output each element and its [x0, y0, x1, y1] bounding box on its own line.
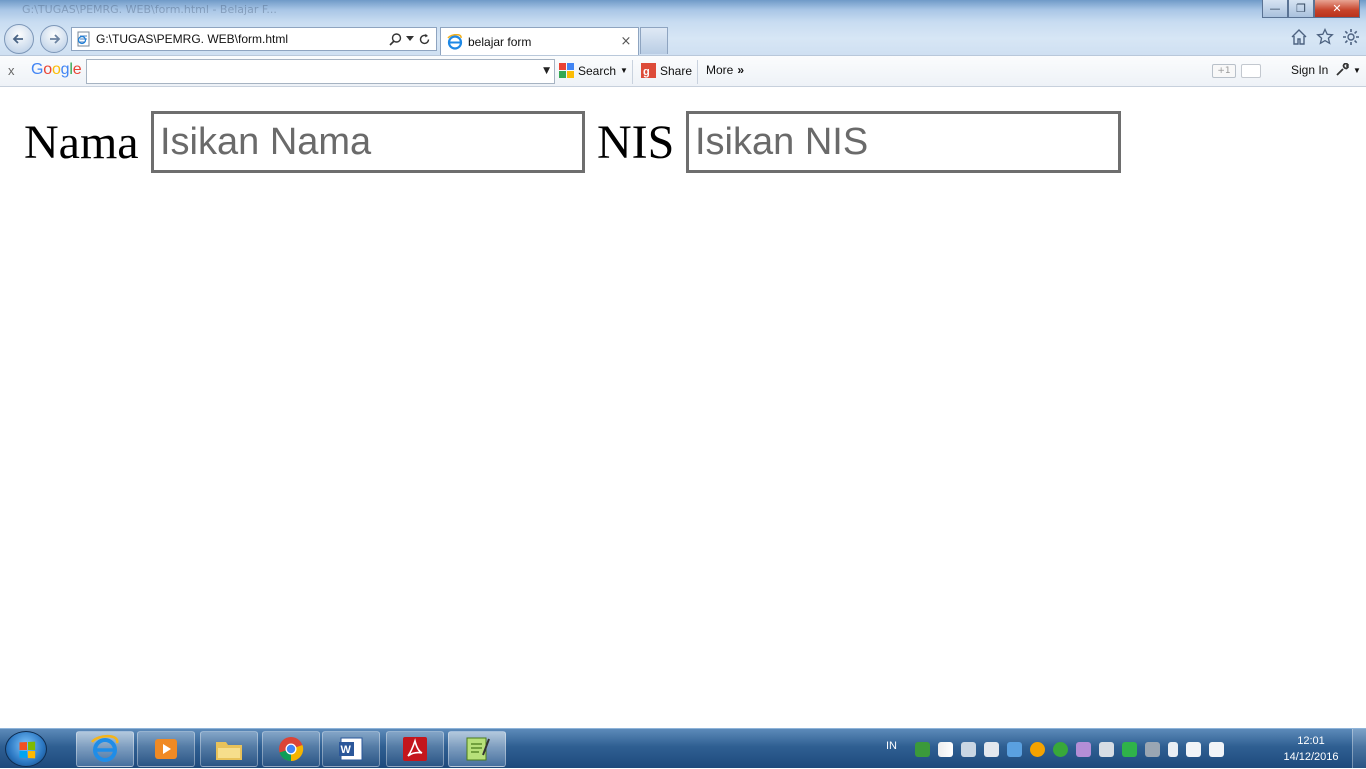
close-button[interactable]: ✕ — [1314, 0, 1360, 18]
svg-text:W: W — [341, 744, 352, 756]
sign-in-label: Sign In — [1291, 63, 1329, 77]
toolbar-close-icon[interactable]: x — [8, 63, 15, 78]
word-icon: W — [339, 737, 363, 761]
taskbar-acrobat-button[interactable] — [386, 731, 444, 767]
page-content: Nama NIS — [0, 88, 1366, 728]
share-button[interactable]: g Share — [641, 63, 692, 78]
toolbar-divider — [632, 60, 633, 84]
new-tab-button[interactable] — [640, 27, 668, 54]
browser-right-tools — [1290, 28, 1360, 46]
taskbar-chrome-button[interactable] — [262, 731, 320, 767]
sync-icon[interactable] — [1053, 741, 1068, 757]
google-toolbar: x Google ▼ Search ▼ g Share More » +1 Si… — [0, 55, 1366, 87]
search-dropdown-icon[interactable]: ▼ — [620, 66, 628, 75]
chrome-icon — [279, 737, 304, 762]
network-icon[interactable] — [961, 741, 976, 757]
system-tray: IN — [886, 729, 1224, 769]
google-search-label: Search — [578, 63, 617, 78]
volume-icon[interactable] — [984, 741, 999, 757]
tab-belajar-form[interactable]: belajar form × — [440, 27, 639, 55]
dropdown-arrow-icon[interactable] — [406, 36, 414, 42]
green-triangle-icon[interactable] — [1122, 741, 1137, 757]
back-arrow-icon — [12, 34, 23, 44]
taskbar-ie-button[interactable] — [76, 731, 134, 767]
wrench-menu-button[interactable]: ▼ — [1335, 63, 1361, 77]
gear-icon[interactable] — [1342, 28, 1360, 46]
display-icon[interactable] — [1007, 741, 1022, 757]
security-shield-icon[interactable] — [915, 741, 930, 757]
pdf-reader-icon — [403, 737, 427, 761]
toggle-switch[interactable] — [1241, 64, 1261, 78]
back-button[interactable] — [4, 24, 34, 54]
taskbar-word-button[interactable]: W — [322, 731, 380, 767]
notepad-icon — [466, 737, 490, 761]
minimize-button[interactable]: — — [1262, 0, 1288, 18]
language-indicator[interactable]: IN — [886, 740, 897, 752]
power-icon[interactable] — [1209, 741, 1224, 757]
signal-bars-icon[interactable] — [938, 741, 953, 757]
browser-titlebar: G:\TUGAS\PEMRG. WEB\form.html - Belajar … — [0, 0, 1366, 55]
more-button[interactable]: More » — [706, 63, 744, 77]
forward-arrow-icon — [50, 34, 61, 44]
chevron-down-icon: ▼ — [1353, 65, 1361, 75]
home-icon[interactable] — [1290, 28, 1308, 46]
favorites-star-icon[interactable] — [1316, 28, 1334, 46]
sign-in-button[interactable]: Sign In — [1291, 63, 1328, 77]
flag-icon[interactable] — [1186, 741, 1201, 757]
chevron-down-icon[interactable]: ▼ — [543, 66, 550, 76]
clock-date: 14/12/2016 — [1283, 751, 1339, 763]
media-player-icon — [155, 739, 177, 759]
show-desktop-button[interactable] — [1352, 729, 1366, 769]
purple-app-icon[interactable] — [1076, 741, 1091, 757]
toolbar-divider — [697, 60, 698, 84]
taskbar-clock[interactable]: 12:01 14/12/2016 — [1276, 733, 1346, 765]
forward-button[interactable] — [40, 25, 68, 53]
window-controls: — ❐ ✕ — [1262, 0, 1360, 18]
nis-label: NIS — [597, 116, 675, 169]
address-url[interactable]: G:\TUGAS\PEMRG. WEB\form.html — [96, 32, 389, 46]
search-icon[interactable] — [389, 32, 402, 46]
tab-close-icon[interactable]: × — [617, 34, 635, 49]
gplus-button[interactable]: +1 — [1212, 64, 1236, 78]
clock-time: 12:01 — [1297, 735, 1325, 747]
share-icon: g — [641, 63, 656, 78]
refresh-icon[interactable] — [418, 33, 431, 46]
address-bar[interactable]: G:\TUGAS\PEMRG. WEB\form.html — [71, 27, 437, 51]
share-label: Share — [660, 63, 693, 78]
google-search-input[interactable]: ▼ — [86, 59, 555, 84]
nama-label: Nama — [24, 116, 139, 169]
svg-text:g: g — [643, 66, 650, 78]
taskbar: W IN 12:01 14/12/2016 — [0, 728, 1366, 769]
maximize-button[interactable]: ❐ — [1288, 0, 1314, 18]
windows-logo-icon — [19, 741, 36, 759]
taskbar-explorer-button[interactable] — [200, 731, 258, 767]
taskbar-media-player-button[interactable] — [137, 731, 195, 767]
ie-icon — [447, 33, 463, 50]
orange-app-icon[interactable] — [1030, 741, 1045, 757]
folder-icon — [216, 742, 242, 760]
start-button[interactable] — [5, 731, 47, 767]
nis-input[interactable] — [686, 111, 1121, 173]
google-logo: Google — [31, 61, 82, 78]
more-label: More — [706, 63, 734, 77]
device-icon[interactable] — [1099, 741, 1114, 757]
window-title: G:\TUGAS\PEMRG. WEB\form.html - Belajar … — [22, 3, 277, 16]
google-search-icon — [559, 63, 574, 78]
tab-title: belajar form — [468, 34, 532, 49]
nama-input[interactable] — [151, 111, 585, 173]
wrench-icon — [1336, 63, 1349, 76]
bluetooth-icon[interactable] — [1168, 741, 1178, 757]
google-search-button[interactable]: Search ▼ — [559, 63, 628, 78]
internet-explorer-icon — [91, 734, 119, 762]
double-chevron-right-icon: » — [737, 63, 745, 77]
monitor-icon[interactable] — [1145, 741, 1160, 757]
page-icon — [77, 31, 90, 47]
taskbar-notepadpp-button[interactable] — [448, 731, 506, 767]
